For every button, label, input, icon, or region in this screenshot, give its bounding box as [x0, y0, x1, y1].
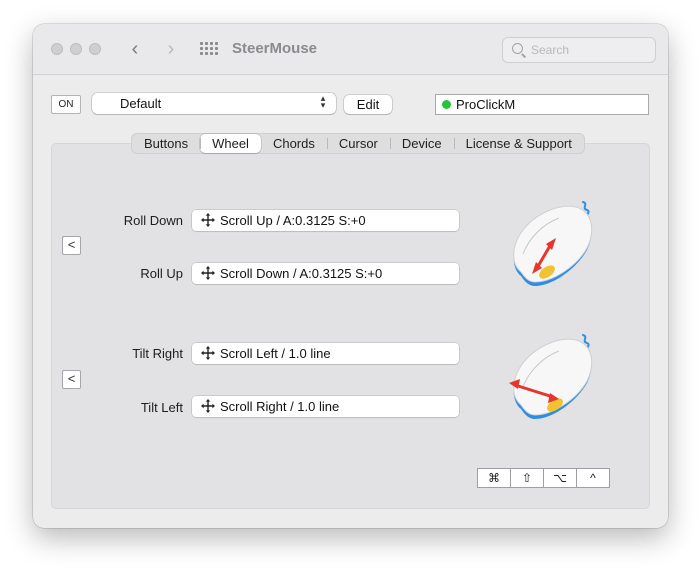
tilt-left-action-text: Scroll Right / 1.0 line [220, 399, 340, 414]
tab-license-support[interactable]: License & Support [453, 134, 584, 153]
window-title: SteerMouse [232, 40, 318, 57]
mouse-wheel-roll-illustration [513, 201, 593, 286]
edit-button[interactable]: Edit [344, 95, 392, 114]
power-toggle-button[interactable]: ON [51, 95, 81, 114]
device-name: ProClickM [456, 97, 516, 112]
chevron-updown-icon: ▴ ▾ [320, 93, 326, 110]
minimize-window-button[interactable] [70, 43, 82, 55]
app-window: ‹ › SteerMouse Search ON Default ▴ ▾ Edit… [33, 24, 668, 528]
device-status-dot [442, 100, 451, 109]
roll-up-action-field[interactable]: Scroll Down / A:0.3125 S:+0 [192, 263, 459, 284]
title-bar: ‹ › SteerMouse Search [33, 24, 668, 75]
control-icon[interactable]: ^ [576, 468, 610, 488]
move-arrows-icon [201, 399, 215, 413]
show-all-grid-icon[interactable] [200, 42, 218, 56]
tilt-right-action-field[interactable]: Scroll Left / 1.0 line [192, 343, 459, 364]
search-icon [512, 43, 523, 54]
command-icon[interactable]: ⌘ [477, 468, 511, 488]
zoom-window-button[interactable] [89, 43, 101, 55]
mouse-wheel-tilt-illustration [509, 334, 593, 419]
back-chevron-icon[interactable]: ‹ [125, 38, 145, 60]
move-arrows-icon [201, 346, 215, 360]
roll-up-action-text: Scroll Down / A:0.3125 S:+0 [220, 266, 383, 281]
roll-down-label: Roll Down [123, 213, 183, 228]
profile-popup-button[interactable]: Default ▴ ▾ [92, 93, 336, 114]
roll-down-action-field[interactable]: Scroll Up / A:0.3125 S:+0 [192, 210, 459, 231]
tilt-right-label: Tilt Right [132, 346, 183, 361]
shift-icon[interactable]: ⇧ [510, 468, 544, 488]
forward-chevron-icon[interactable]: › [161, 38, 181, 60]
tilt-left-action-field[interactable]: Scroll Right / 1.0 line [192, 396, 459, 417]
tab-device[interactable]: Device [389, 134, 454, 153]
move-arrows-icon [201, 213, 215, 227]
move-arrows-icon [201, 266, 215, 280]
tab-cursor[interactable]: Cursor [326, 134, 390, 153]
roll-down-action-text: Scroll Up / A:0.3125 S:+0 [220, 213, 366, 228]
tilt-right-action-text: Scroll Left / 1.0 line [220, 346, 331, 361]
tab-bar: Buttons Wheel Chords Cursor Device Licen… [131, 133, 585, 154]
close-window-button[interactable] [51, 43, 63, 55]
tab-buttons[interactable]: Buttons [132, 134, 200, 153]
device-selector[interactable]: ProClickM [435, 94, 649, 115]
roll-up-label: Roll Up [140, 266, 183, 281]
tab-chords[interactable]: Chords [261, 134, 327, 153]
search-placeholder: Search [531, 43, 570, 57]
option-icon[interactable]: ⌥ [543, 468, 577, 488]
modifier-keys-group: ⌘ ⇧ ⌥ ^ [477, 468, 610, 488]
search-field[interactable]: Search [502, 37, 656, 63]
profile-value: Default [120, 96, 162, 111]
tilt-collapse-button[interactable]: < [62, 370, 81, 389]
wheel-collapse-button[interactable]: < [62, 236, 81, 255]
tab-wheel[interactable]: Wheel [200, 134, 261, 153]
tilt-left-label: Tilt Left [140, 400, 183, 415]
